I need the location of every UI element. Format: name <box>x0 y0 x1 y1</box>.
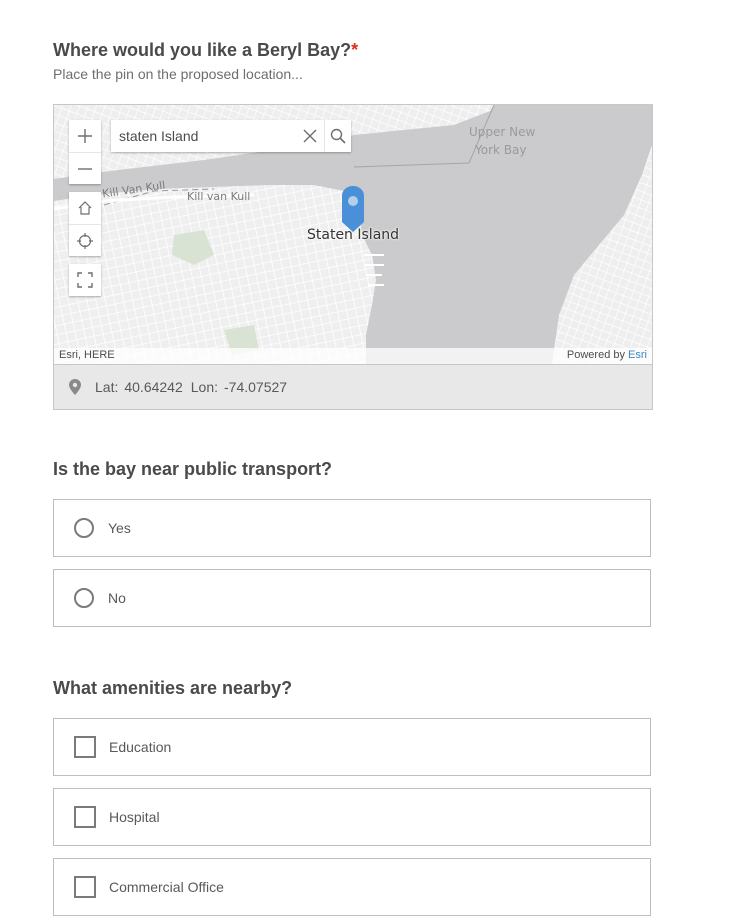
attribution-sources: Esri, HERE <box>59 349 115 361</box>
map-search <box>111 120 351 152</box>
question-title-transport: Is the bay near public transport? <box>53 459 333 479</box>
checkbox-option-education[interactable]: Education <box>53 718 651 776</box>
map-label-upper-new-york-bay-2: York Bay <box>475 143 527 157</box>
zoom-out-icon <box>78 167 92 170</box>
question-title-amenities: What amenities are nearby? <box>53 678 293 698</box>
search-clear-button[interactable] <box>297 120 324 152</box>
locate-icon <box>77 232 93 249</box>
coordinates-bar: Lat: 40.64242 Lon: -74.07527 <box>54 364 652 409</box>
lon-label: Lon: <box>190 379 219 395</box>
radio-option-yes[interactable]: Yes <box>53 499 651 557</box>
home-icon <box>78 201 92 215</box>
radio-option-no[interactable]: No <box>53 569 651 627</box>
map-view[interactable]: Kill Van Kull Kill van Kull Upper New Yo… <box>54 105 652 364</box>
map-controls <box>69 120 101 304</box>
lon-value: -74.07527 <box>224 379 288 395</box>
lat-label: Lat: <box>95 379 119 395</box>
checkbox-label: Commercial Office <box>109 879 224 895</box>
checkbox-option-hospital[interactable]: Hospital <box>53 788 651 846</box>
radio-button[interactable] <box>74 588 94 608</box>
radio-button[interactable] <box>74 518 94 538</box>
locate-button[interactable] <box>69 224 101 256</box>
zoom-in-button[interactable] <box>69 120 101 152</box>
radio-label: No <box>108 590 126 606</box>
map-attribution: Esri, HERE Powered by Esri <box>54 348 652 364</box>
checkbox[interactable] <box>74 876 96 898</box>
lat-value: 40.64242 <box>124 379 183 395</box>
search-icon <box>330 128 346 144</box>
search-button[interactable] <box>323 120 352 152</box>
location-pin[interactable] <box>342 186 364 237</box>
checkbox-label: Education <box>109 739 172 755</box>
radio-label: Yes <box>108 520 131 536</box>
question-title-text: Where would you like a Beryl Bay? <box>53 40 352 60</box>
map-label-kill-van-kull-2: Kill van Kull <box>187 190 251 203</box>
zoom-out-button[interactable] <box>69 152 101 184</box>
map-label-upper-new-york-bay-1: Upper New <box>469 125 536 139</box>
location-icon <box>69 379 81 395</box>
close-icon <box>303 129 317 143</box>
required-marker: * <box>351 40 359 60</box>
zoom-in-icon <box>78 129 92 143</box>
fullscreen-icon <box>77 272 93 288</box>
map-widget: Kill Van Kull Kill van Kull Upper New Yo… <box>53 104 653 410</box>
question-description: Place the pin on the proposed location..… <box>53 66 303 82</box>
esri-link[interactable]: Esri <box>628 349 647 361</box>
checkbox[interactable] <box>74 736 96 758</box>
checkbox-option-commercial-office[interactable]: Commercial Office <box>53 858 651 916</box>
map-search-input[interactable] <box>111 128 297 144</box>
home-button[interactable] <box>69 192 101 224</box>
map-pin-icon[interactable] <box>342 186 364 232</box>
fullscreen-button[interactable] <box>69 264 101 296</box>
checkbox-label: Hospital <box>109 809 160 825</box>
powered-by-text: Powered by <box>566 349 629 361</box>
checkbox[interactable] <box>74 806 96 828</box>
question-title-location: Where would you like a Beryl Bay?* <box>53 40 358 61</box>
attribution-powered-by: Powered by Esri <box>567 349 647 361</box>
